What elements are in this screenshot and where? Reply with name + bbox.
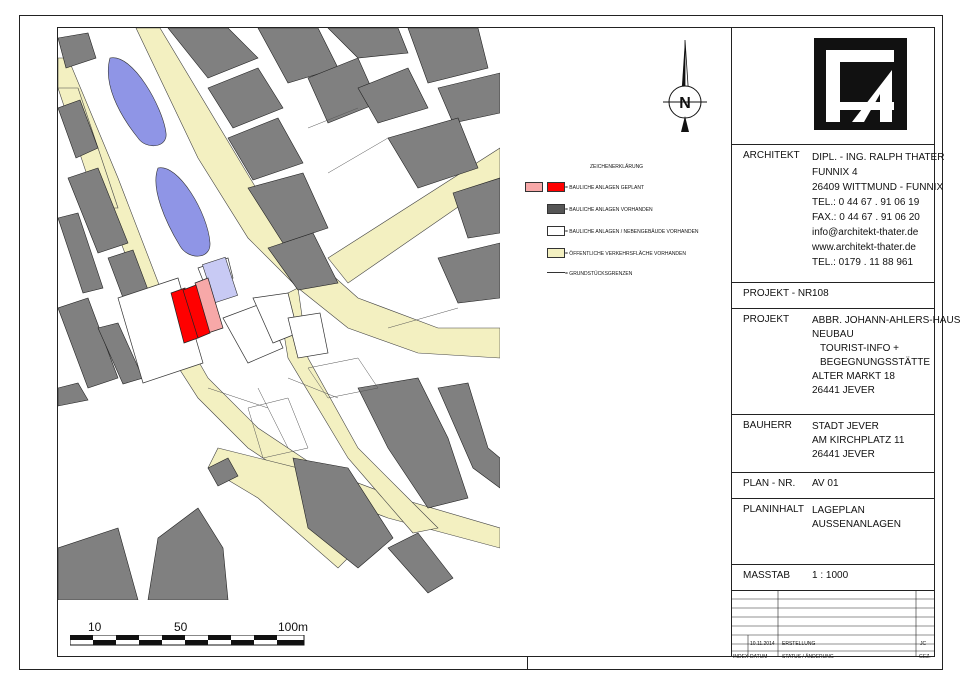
scale-segments	[70, 635, 305, 646]
legend-text: = BAULICHE ANLAGEN / NEBENGEBÄUDE VORHAN…	[565, 229, 699, 235]
section-plan-nr: PLAN - NR. AV 01	[732, 472, 935, 498]
scale-bar: 10 50 100m	[70, 620, 320, 650]
swatch-traffic	[547, 248, 565, 258]
projekt-nr-value: 108	[812, 288, 829, 299]
planinhalt-line: LAGEPLAN	[812, 505, 865, 516]
revision-table: 10.11.2014 ERSTELLUNG JC INDEX DATUM STA…	[732, 590, 935, 660]
architekt-line: FUNNIX 4	[812, 167, 858, 178]
architekt-label: ARCHITEKT	[743, 150, 800, 161]
projekt-value: ABBR. JOHANN-AHLERS-HAUS NEUBAU TOURIST-…	[812, 314, 960, 398]
bauherr-value: STADT JEVER AM KIRCHPLATZ 11 26441 JEVER	[812, 420, 904, 462]
legend-item-existing: = BAULICHE ANLAGEN VORHANDEN	[520, 204, 725, 216]
scale-label-50: 50	[174, 620, 188, 634]
projekt-line: ABBR. JOHANN-AHLERS-HAUS	[812, 315, 960, 326]
plan-nr-value: AV 01	[812, 478, 839, 489]
swatch-line	[547, 272, 565, 273]
planinhalt-value: LAGEPLAN AUSSENANLAGEN	[812, 504, 901, 532]
architekt-line: TEL.: 0 44 67 . 91 06 19	[812, 197, 920, 208]
projekt-line: TOURIST-INFO +	[820, 343, 899, 354]
revision-date: 10.11.2014	[750, 641, 775, 647]
legend-title: ZEICHENERKLÄRUNG	[590, 164, 644, 170]
architekt-value: DIPL. - ING. RALPH THATER FUNNIX 4 26409…	[812, 150, 944, 270]
revision-head-by: GEZ.	[919, 654, 931, 660]
section-architekt: ARCHITEKT DIPL. - ING. RALPH THATER FUNN…	[732, 144, 944, 282]
projekt-line: ALTER MARKT 18	[812, 371, 895, 382]
legend-text: = BAULICHE ANLAGEN VORHANDEN	[565, 207, 653, 213]
architect-logo-icon	[814, 38, 907, 130]
bauherr-label: BAUHERR	[743, 420, 792, 431]
projekt-line: 26441 JEVER	[812, 385, 875, 396]
title-block: ARCHITEKT DIPL. - ING. RALPH THATER FUNN…	[731, 28, 960, 660]
architekt-line: FAX.: 0 44 67 . 91 06 20	[812, 212, 920, 223]
section-masstab: MASSTAB 1 : 1000	[732, 564, 935, 590]
legend-item-annex: = BAULICHE ANLAGEN / NEBENGEBÄUDE VORHAN…	[520, 226, 725, 238]
section-projekt: PROJEKT ABBR. JOHANN-AHLERS-HAUS NEUBAU …	[732, 308, 960, 414]
bauherr-line: 26441 JEVER	[812, 449, 875, 460]
revision-head-index: INDEX	[733, 654, 749, 660]
scale-label-10: 10	[88, 620, 102, 634]
projekt-line: NEUBAU	[812, 329, 854, 340]
swatch-planned-dark	[547, 182, 565, 192]
scale-label-100: 100m	[278, 620, 309, 634]
legend-item-traffic: = ÖFFENTLICHE VERKEHRSFLÄCHE VORHANDEN	[520, 248, 725, 260]
architekt-line: 26409 WITTMUND - FUNNIX	[812, 182, 944, 193]
legend-item-planned: = BAULICHE ANLAGEN GEPLANT	[520, 182, 725, 194]
architekt-line: info@architekt-thater.de	[812, 227, 919, 238]
section-planinhalt: PLANINHALT LAGEPLAN AUSSENANLAGEN	[732, 498, 935, 564]
revision-status: ERSTELLUNG	[782, 641, 816, 647]
legend-text: = ÖFFENTLICHE VERKEHRSFLÄCHE VORHANDEN	[565, 251, 686, 257]
revision-head-status: STATUS / ÄNDERUNG	[782, 654, 834, 660]
legend-text: = BAULICHE ANLAGEN GEPLANT	[565, 185, 645, 191]
projekt-label: PROJEKT	[743, 314, 790, 325]
architekt-line: www.architekt-thater.de	[812, 242, 916, 253]
projekt-nr-label: PROJEKT - NR.	[743, 288, 816, 299]
bauherr-line: STADT JEVER	[812, 421, 879, 432]
swatch-planned-light	[525, 182, 543, 192]
planinhalt-line: AUSSENANLAGEN	[812, 519, 901, 530]
revision-head-date: DATUM	[750, 654, 768, 660]
masstab-label: MASSTAB	[743, 570, 791, 581]
planinhalt-label: PLANINHALT	[743, 504, 804, 515]
swatch-annex	[547, 226, 565, 236]
projekt-line: BEGEGNUNGSSTÄTTE	[820, 357, 931, 368]
section-projekt-nr: PROJEKT - NR. 108	[732, 282, 935, 308]
plan-nr-label: PLAN - NR.	[743, 478, 796, 489]
swatch-existing	[547, 204, 565, 214]
revision-by: JC	[920, 641, 927, 647]
legend-text: = GRUNDSTÜCKSGRENZEN	[565, 271, 633, 277]
fold-mark	[527, 657, 528, 669]
section-bauherr: BAUHERR STADT JEVER AM KIRCHPLATZ 11 264…	[732, 414, 935, 472]
site-plan-map	[58, 28, 500, 600]
legend-item-line: = GRUNDSTÜCKSGRENZEN	[520, 268, 725, 280]
architekt-line: TEL.: 0179 . 11 88 961	[812, 257, 914, 268]
architekt-line: DIPL. - ING. RALPH THATER	[812, 152, 945, 163]
masstab-value: 1 : 1000	[812, 570, 849, 581]
bauherr-line: AM KIRCHPLATZ 11	[812, 435, 905, 446]
north-arrow-icon: N	[663, 39, 707, 132]
north-label: N	[679, 95, 691, 112]
